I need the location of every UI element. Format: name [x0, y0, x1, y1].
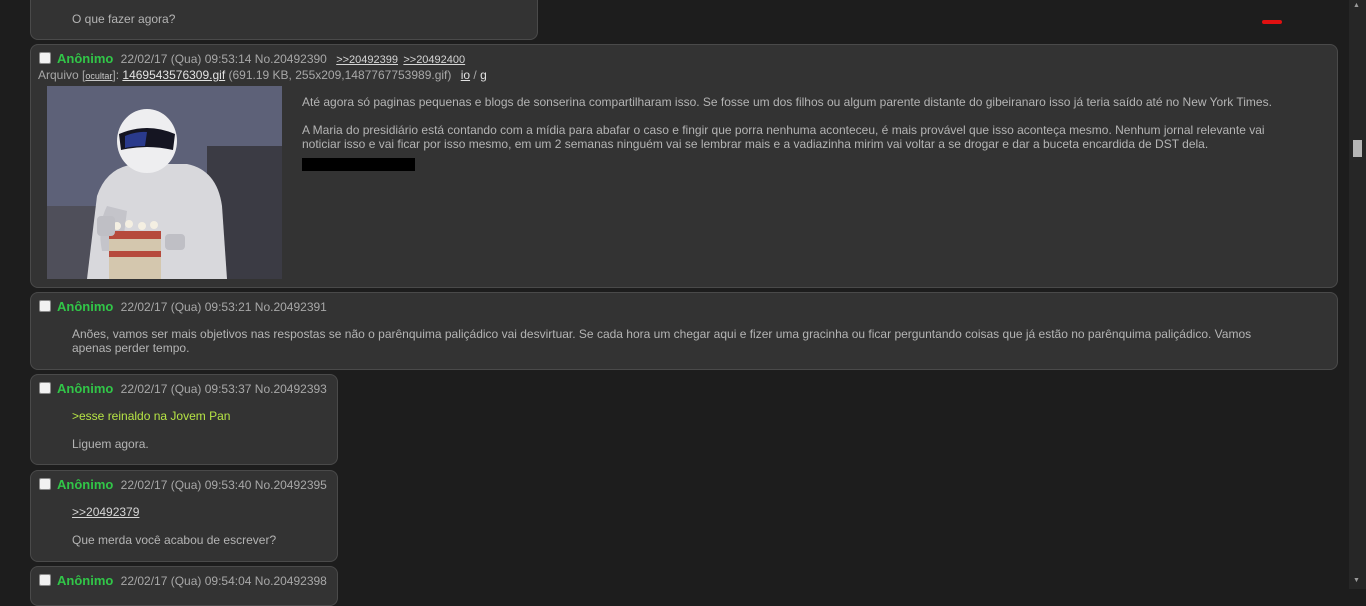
post-top-partial: O que fazer agora?: [30, 0, 538, 40]
message-paragraph: A Maria do presidiário está contando com…: [302, 123, 1265, 151]
post-number[interactable]: No.20492391: [255, 300, 327, 314]
post-number[interactable]: No.20492393: [255, 382, 327, 396]
file-label: Arquivo: [38, 68, 79, 82]
post-header: Anônimo 22/02/17 (Qua) 09:53:21 No.20492…: [39, 299, 327, 314]
post-number[interactable]: No.20492390: [255, 52, 327, 66]
file-info: Arquivo [ocultar]: 1469543576309.gif (69…: [38, 68, 487, 82]
post-date: 22/02/17 (Qua) 09:53:40: [120, 478, 252, 492]
post-date: 22/02/17 (Qua) 09:53:37: [120, 382, 252, 396]
post-message: >>20492379 Que merda você acabou de escr…: [72, 505, 329, 547]
post-thumbnail-image[interactable]: [47, 86, 282, 279]
quote-link[interactable]: >>20492379: [72, 505, 139, 519]
image-search-io-link[interactable]: io: [461, 68, 470, 82]
link-separator: /: [473, 68, 477, 82]
red-marker: [1262, 20, 1282, 24]
greentext-line: >esse reinaldo na Jovem Pan: [72, 409, 231, 423]
post-header: Anônimo 22/02/17 (Qua) 09:54:04 No.20492…: [39, 573, 327, 588]
post-select-checkbox[interactable]: [39, 300, 51, 312]
post-20492393: Anônimo 22/02/17 (Qua) 09:53:37 No.20492…: [30, 374, 338, 465]
post-date: 22/02/17 (Qua) 09:54:04: [120, 574, 252, 588]
poster-name: Anônimo: [57, 299, 114, 314]
post-20492398: Anônimo 22/02/17 (Qua) 09:54:04 No.20492…: [30, 566, 338, 606]
post-header: Anônimo 22/02/17 (Qua) 09:53:37 No.20492…: [39, 381, 327, 396]
reply-link[interactable]: >>20492400: [403, 54, 465, 66]
reply-link[interactable]: >>20492399: [336, 54, 398, 66]
scrollbar-thumb[interactable]: [1353, 140, 1362, 157]
poster-name: Anônimo: [57, 477, 114, 492]
post-20492390: Anônimo 22/02/17 (Qua) 09:53:14 No.20492…: [30, 44, 1338, 288]
post-date: 22/02/17 (Qua) 09:53:21: [120, 300, 252, 314]
post-select-checkbox[interactable]: [39, 52, 51, 64]
scrollbar[interactable]: ▲ ▼: [1349, 0, 1366, 589]
poster-name: Anônimo: [57, 381, 114, 396]
hide-file-link[interactable]: ocultar: [85, 71, 112, 81]
post-20492391: Anônimo 22/02/17 (Qua) 09:53:21 No.20492…: [30, 292, 1338, 370]
post-message: >esse reinaldo na Jovem Pan Liguem agora…: [72, 409, 329, 451]
message-paragraph: Liguem agora.: [72, 437, 149, 451]
post-number[interactable]: No.20492395: [255, 478, 327, 492]
file-name-link[interactable]: 1469543576309.gif: [122, 68, 225, 82]
post-select-checkbox[interactable]: [39, 478, 51, 490]
post-20492395: Anônimo 22/02/17 (Qua) 09:53:40 No.20492…: [30, 470, 338, 562]
message-paragraph: Que merda você acabou de escrever?: [72, 533, 277, 547]
post-message: Anões, vamos ser mais objetivos nas resp…: [72, 327, 1252, 355]
post-header: Anônimo 22/02/17 (Qua) 09:53:14 No.20492…: [39, 51, 465, 66]
post-date: 22/02/17 (Qua) 09:53:14: [120, 52, 252, 66]
scroll-up-arrow-icon[interactable]: ▲: [1353, 2, 1360, 9]
post-header: Anônimo 22/02/17 (Qua) 09:53:40 No.20492…: [39, 477, 327, 492]
post-number[interactable]: No.20492398: [255, 574, 327, 588]
post-select-checkbox[interactable]: [39, 382, 51, 394]
scroll-down-arrow-icon[interactable]: ▼: [1353, 577, 1360, 584]
post-message: O que fazer agora?: [72, 12, 176, 26]
poster-name: Anônimo: [57, 51, 114, 66]
file-meta: (691.19 KB, 255x209,1487767753989.gif): [228, 68, 452, 82]
poster-name: Anônimo: [57, 573, 114, 588]
redacted-bar: [302, 158, 415, 171]
post-select-checkbox[interactable]: [39, 574, 51, 586]
message-paragraph: Até agora só paginas pequenas e blogs de…: [302, 95, 1272, 109]
post-message: Até agora só paginas pequenas e blogs de…: [302, 95, 1287, 174]
image-search-g-link[interactable]: g: [480, 68, 487, 82]
